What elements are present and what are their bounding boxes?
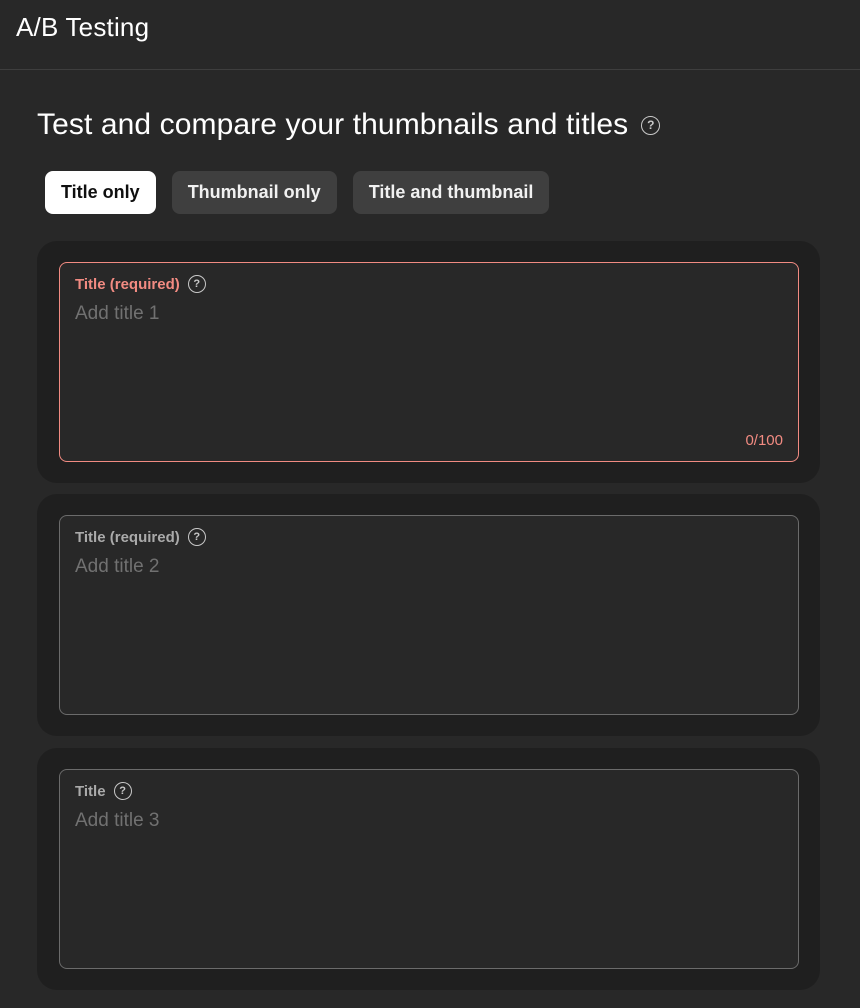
title-field-1[interactable]: Title (required) ? 0/100: [59, 262, 799, 462]
title-field-2[interactable]: Title (required) ?: [59, 515, 799, 715]
title-input-2[interactable]: [75, 556, 783, 686]
test-type-tabs: Title only Thumbnail only Title and thum…: [45, 171, 565, 214]
field-label-row: Title ?: [75, 780, 132, 802]
help-icon[interactable]: ?: [187, 528, 206, 546]
title-card-3: Title ?: [37, 748, 820, 990]
title-card-2: Title (required) ?: [37, 494, 820, 736]
page-title: A/B Testing: [16, 12, 150, 42]
character-counter: 0/100: [745, 432, 783, 449]
field-label: Title: [75, 782, 106, 800]
title-input-1[interactable]: [75, 303, 783, 433]
tab-title-only[interactable]: Title only: [45, 171, 156, 214]
app-header: A/B Testing: [0, 0, 860, 70]
field-label-row: Title (required) ?: [75, 273, 206, 295]
field-label: Title (required): [75, 528, 180, 546]
help-icon[interactable]: ?: [641, 115, 661, 135]
section-heading: Test and compare your thumbnails and tit…: [37, 108, 629, 141]
title-field-3[interactable]: Title ?: [59, 769, 799, 969]
field-label-row: Title (required) ?: [75, 526, 206, 548]
title-card-1: Title (required) ? 0/100: [37, 241, 820, 483]
tab-title-and-thumbnail[interactable]: Title and thumbnail: [352, 171, 550, 214]
help-icon[interactable]: ?: [113, 782, 132, 800]
section-heading-row: Test and compare your thumbnails and tit…: [37, 106, 661, 144]
field-label: Title (required): [75, 275, 180, 293]
help-icon[interactable]: ?: [187, 275, 206, 293]
title-input-3[interactable]: [75, 810, 783, 940]
tab-thumbnail-only[interactable]: Thumbnail only: [171, 171, 337, 214]
